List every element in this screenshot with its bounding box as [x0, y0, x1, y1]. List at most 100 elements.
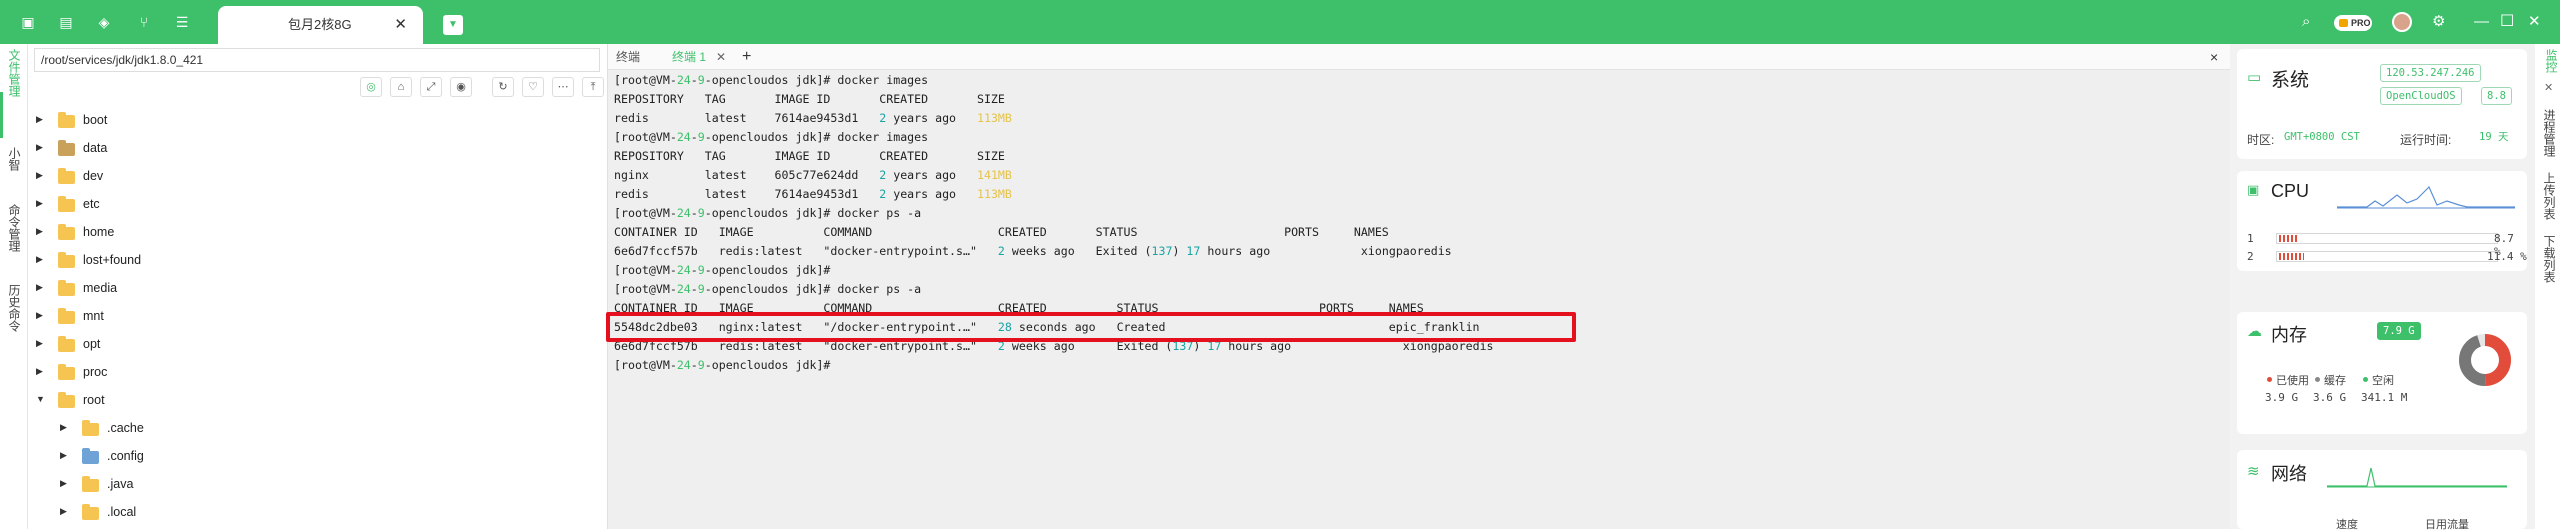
caret-right-icon[interactable]: ▶	[36, 198, 43, 209]
heart-icon[interactable]: ♡	[522, 77, 544, 97]
tree-item-label: opt	[83, 337, 101, 351]
memory-total: 7.9 G	[2377, 322, 2421, 340]
caret-right-icon[interactable]: ▶	[36, 366, 43, 377]
caret-right-icon[interactable]: ▶	[60, 478, 67, 489]
caret-right-icon[interactable]: ▶	[60, 422, 67, 433]
cpu-core-1-label: 1	[2247, 232, 2254, 245]
tree-row-media[interactable]: ▶ media	[28, 275, 588, 303]
tree-row-root[interactable]: ▼ root	[28, 387, 588, 415]
add-tab-button[interactable]: +	[742, 44, 751, 70]
ip-tag[interactable]: 120.53.247.246	[2380, 64, 2481, 82]
expand-icon[interactable]: ⤢	[420, 77, 442, 97]
more-icon[interactable]: ⋯	[552, 77, 574, 97]
path-input[interactable]: /root/services/jdk/jdk1.8.0_421	[34, 48, 600, 72]
tree-row-cache[interactable]: ▶ .cache	[28, 415, 588, 443]
tree-item-label: .java	[107, 477, 134, 491]
tree-row-lostfound[interactable]: ▶ lost+found	[28, 247, 588, 275]
file-icon[interactable]: ▤	[58, 14, 74, 30]
caret-right-icon[interactable]: ▶	[60, 506, 67, 517]
session-tab[interactable]: 包月2核8G ✕	[218, 6, 423, 44]
monitor-panel: ▭ 系统 120.53.247.246 OpenCloudOS 8.8 时区: …	[2230, 44, 2535, 531]
version-tag: 8.8	[2481, 87, 2512, 105]
folder-icon	[58, 196, 75, 212]
cpu-title: CPU	[2271, 181, 2310, 201]
fork-icon[interactable]: ⑂	[136, 14, 152, 30]
cpu-icon: ▣	[2247, 182, 2260, 197]
tree-row-opt[interactable]: ▶ opt	[28, 331, 588, 359]
locate-icon[interactable]: ◎	[360, 77, 382, 97]
close-terminal-tab-icon[interactable]: ✕	[716, 44, 726, 70]
settings-icon[interactable]: ⚙	[2432, 13, 2445, 31]
sidebar-item-assistant[interactable]: 小智	[6, 147, 23, 171]
tree-item-label: media	[83, 281, 118, 295]
caret-right-icon[interactable]: ▶	[36, 338, 43, 349]
memory-card: ☁ 内存 7.9 G 已使用 3.9 G 缓存 3.6 G 空闲 341.1 M	[2237, 312, 2527, 434]
folder-icon	[58, 224, 75, 240]
tree-row-etc[interactable]: ▶ etc	[28, 191, 588, 219]
avatar[interactable]	[2392, 12, 2412, 32]
sidebar-item-history[interactable]: 历史命令	[6, 284, 23, 332]
tree-item-label: .local	[107, 505, 137, 519]
close-terminal-pane-button[interactable]: ×	[2210, 44, 2218, 70]
close-icon[interactable]: ✕	[2528, 13, 2541, 31]
upload-icon[interactable]: ⤒	[582, 77, 604, 97]
sidebar-item-process[interactable]: 进程管理	[2541, 109, 2558, 157]
folder-icon	[82, 504, 99, 520]
search-icon[interactable]: ⌕	[2302, 13, 2310, 31]
cpu-core-2-label: 2	[2247, 250, 2254, 263]
tree-row-dev[interactable]: ▶ dev	[28, 163, 588, 191]
tree-item-label: etc	[83, 197, 100, 211]
caret-right-icon[interactable]: ▶	[36, 310, 43, 321]
cpu-core-2-bar	[2276, 251, 2498, 262]
network-title: 网络	[2271, 464, 2307, 484]
caret-right-icon[interactable]: ▶	[60, 450, 67, 461]
caret-right-icon[interactable]: ▶	[36, 142, 43, 153]
folder-icon	[82, 476, 99, 492]
tree-row-config[interactable]: ▶ .config	[28, 443, 588, 471]
uptime-value: 19 天	[2479, 131, 2509, 143]
tree-row-boot[interactable]: ▶ boot	[28, 107, 588, 135]
tree-item-label: dev	[83, 169, 104, 183]
caret-down-icon[interactable]: ▼	[36, 394, 45, 404]
tree-row-home[interactable]: ▶ home	[28, 219, 588, 247]
pro-badge[interactable]: PRO	[2334, 15, 2372, 31]
tab-terminal-1[interactable]: 终端 1	[672, 44, 706, 70]
sidebar-item-commands[interactable]: 命令管理	[6, 204, 23, 252]
legend-dot	[2267, 377, 2272, 382]
home-icon[interactable]: ⌂	[390, 77, 412, 97]
legend-dot	[2315, 377, 2320, 382]
network-speed-label: 速度	[2336, 519, 2358, 531]
caret-right-icon[interactable]: ▶	[36, 282, 43, 293]
tab-terminal[interactable]: 终端	[616, 44, 640, 70]
maximize-icon[interactable]: ☐	[2500, 13, 2514, 31]
tree-row-data[interactable]: ▶ data	[28, 135, 588, 163]
eye-icon[interactable]: ◉	[450, 77, 472, 97]
folder-icon	[58, 364, 75, 380]
terminal-icon[interactable]: ▣	[20, 14, 36, 30]
active-marker	[0, 92, 3, 138]
sidebar-item-files[interactable]: 文件管理	[6, 49, 23, 97]
chevron-down-icon[interactable]: ▼	[443, 15, 463, 35]
close-monitor-icon[interactable]: ✕	[2544, 81, 2553, 94]
system-card: ▭ 系统 120.53.247.246 OpenCloudOS 8.8 时区: …	[2237, 49, 2527, 159]
tree-row-proc[interactable]: ▶ proc	[28, 359, 588, 387]
close-tab-icon[interactable]: ✕	[394, 6, 407, 44]
sidebar-item-uploads[interactable]: 上传列表	[2541, 172, 2558, 220]
caret-right-icon[interactable]: ▶	[36, 254, 43, 265]
folder-icon	[58, 140, 75, 156]
caret-right-icon[interactable]: ▶	[36, 114, 43, 125]
tree-item-label: root	[83, 393, 105, 407]
legend-value: 341.1 M	[2361, 391, 2408, 404]
tree-row-java[interactable]: ▶ .java	[28, 471, 588, 499]
caret-right-icon[interactable]: ▶	[36, 170, 43, 181]
tree-row-mnt[interactable]: ▶ mnt	[28, 303, 588, 331]
minimize-icon[interactable]: —	[2474, 13, 2489, 31]
refresh-icon[interactable]: ↻	[492, 77, 514, 97]
tree-row-local[interactable]: ▶ .local	[28, 499, 588, 527]
sidebar-item-downloads[interactable]: 下载列表	[2541, 235, 2558, 283]
sidebar-item-monitor[interactable]: 监控	[2543, 49, 2560, 73]
layers-icon[interactable]: ◈	[96, 14, 112, 30]
tree-item-label: boot	[83, 113, 108, 127]
list-icon[interactable]: ☰	[174, 14, 190, 30]
caret-right-icon[interactable]: ▶	[36, 226, 43, 237]
